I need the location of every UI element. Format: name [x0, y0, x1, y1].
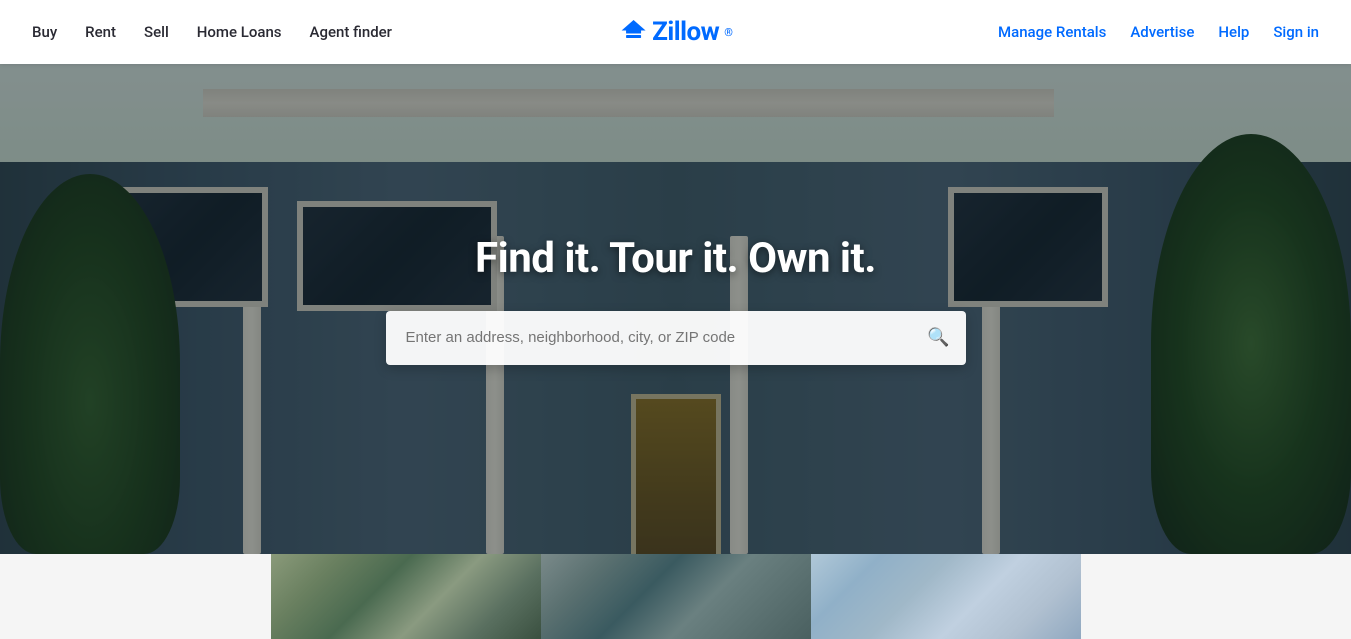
logo-trademark: ®	[724, 26, 733, 39]
search-input[interactable]	[386, 311, 912, 365]
hero-headline: Find it. Tour it. Own it.	[475, 234, 876, 283]
card-3[interactable]	[811, 554, 1081, 639]
search-button[interactable]: 🔍	[912, 311, 966, 365]
card-2[interactable]	[541, 554, 811, 639]
nav-rent[interactable]: Rent	[85, 23, 116, 41]
nav-buy[interactable]: Buy	[32, 23, 57, 41]
logo[interactable]: Zillow ®	[618, 17, 733, 47]
nav-right: Manage Rentals Advertise Help Sign in	[998, 23, 1319, 41]
header: Buy Rent Sell Home Loans Agent finder Zi…	[0, 0, 1351, 64]
hero-content: Find it. Tour it. Own it. 🔍	[386, 234, 966, 365]
nav-advertise[interactable]: Advertise	[1130, 23, 1194, 41]
search-bar: 🔍	[386, 311, 966, 365]
hero-section: Find it. Tour it. Own it. 🔍	[0, 64, 1351, 554]
nav-agent-finder[interactable]: Agent finder	[310, 23, 392, 41]
nav-home-loans[interactable]: Home Loans	[197, 23, 282, 41]
nav-help[interactable]: Help	[1218, 23, 1249, 41]
nav-sign-in[interactable]: Sign in	[1273, 23, 1319, 41]
logo-text: Zillow	[652, 17, 719, 47]
search-icon: 🔍	[927, 327, 949, 348]
card-3-bg	[811, 554, 1081, 639]
nav-manage-rentals[interactable]: Manage Rentals	[998, 23, 1106, 41]
card-2-bg	[541, 554, 811, 639]
card-1[interactable]	[271, 554, 541, 639]
cards-strip	[0, 554, 1351, 639]
nav-left: Buy Rent Sell Home Loans Agent finder	[32, 23, 392, 41]
zillow-icon	[618, 17, 648, 47]
card-1-bg	[271, 554, 541, 639]
nav-sell[interactable]: Sell	[144, 23, 169, 41]
